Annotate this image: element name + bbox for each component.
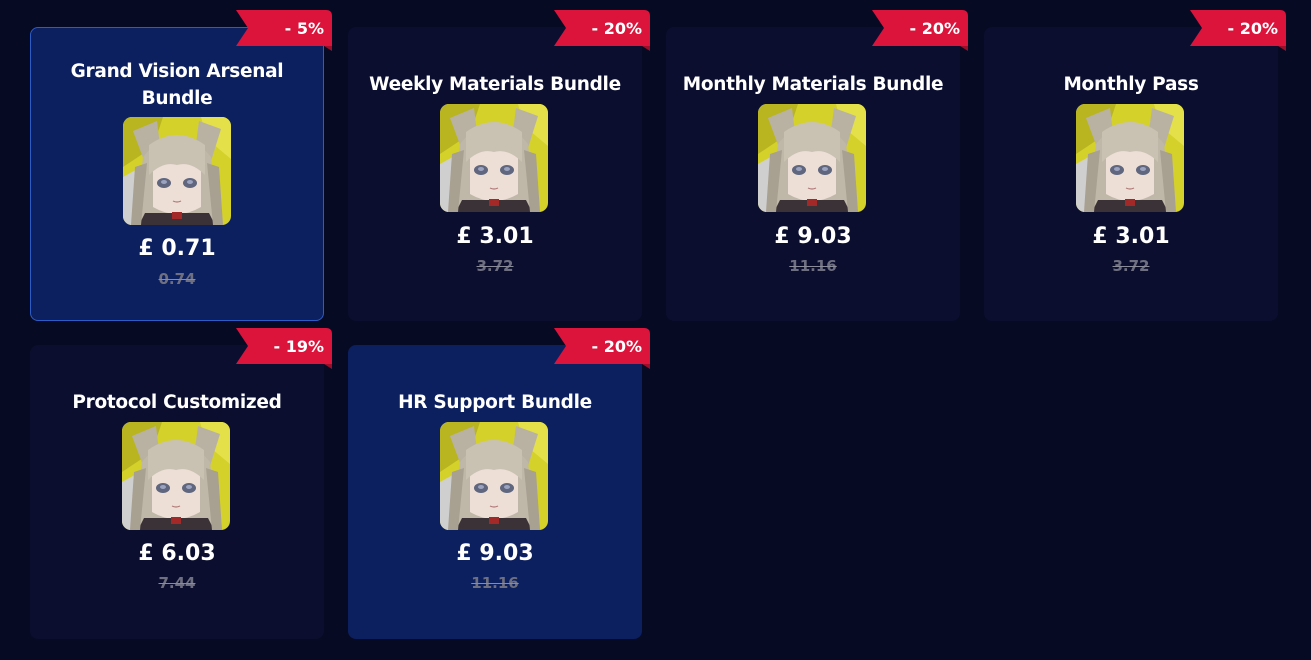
product-thumbnail-icon [122,422,230,530]
discount-label: - 19% [273,337,324,356]
product-thumbnail-icon [1076,104,1184,212]
original-price: 11.16 [471,574,519,592]
product-card-hr-support-bundle[interactable]: HR Support Bundle £ 9.03 11.16 [348,345,642,639]
discount-label: - 20% [1227,19,1278,38]
sale-price: £ 6.03 [138,541,216,566]
original-price: 3.72 [1112,257,1150,275]
product-title: Protocol Customized [72,392,282,413]
discount-badge: - 20% [554,328,650,369]
product-grid: Grand Vision Arsenal Bundle £ 0.71 0.74 … [0,0,1311,660]
discount-label: - 20% [591,337,642,356]
sale-price: £ 9.03 [774,224,852,249]
sale-price: £ 3.01 [1092,224,1170,249]
discount-badge: - 19% [236,328,332,369]
product-title: Weekly Materials Bundle [369,74,621,95]
product-card-monthly-materials-bundle[interactable]: Monthly Materials Bundle £ 9.03 11.16 [666,27,960,321]
discount-badge: - 20% [1190,10,1286,51]
sale-price: £ 0.71 [138,236,216,261]
original-price: 0.74 [158,270,196,288]
original-price: 3.72 [476,257,514,275]
discount-badge: - 20% [554,10,650,51]
discount-badge: - 20% [872,10,968,51]
product-title: Monthly Materials Bundle [682,74,944,95]
product-card-grand-vision-arsenal-bundle[interactable]: Grand Vision Arsenal Bundle £ 0.71 0.74 [30,27,324,321]
product-title: Monthly Pass [1063,74,1199,95]
product-thumbnail-icon [440,104,548,212]
discount-label: - 5% [284,19,324,38]
original-price: 11.16 [789,257,837,275]
product-thumbnail-icon [758,104,866,212]
discount-label: - 20% [909,19,960,38]
discount-badge: - 5% [236,10,332,51]
sale-price: £ 3.01 [456,224,534,249]
product-title: HR Support Bundle [398,392,592,413]
product-thumbnail-icon [123,117,231,225]
sale-price: £ 9.03 [456,541,534,566]
product-title: Grand Vision Arsenal Bundle [70,61,284,109]
product-card-monthly-pass[interactable]: Monthly Pass £ 3.01 3.72 [984,27,1278,321]
product-card-protocol-customized[interactable]: Protocol Customized £ 6.03 7.44 [30,345,324,639]
original-price: 7.44 [158,574,196,592]
discount-label: - 20% [591,19,642,38]
product-card-weekly-materials-bundle[interactable]: Weekly Materials Bundle £ 3.01 3.72 [348,27,642,321]
product-thumbnail-icon [440,422,548,530]
